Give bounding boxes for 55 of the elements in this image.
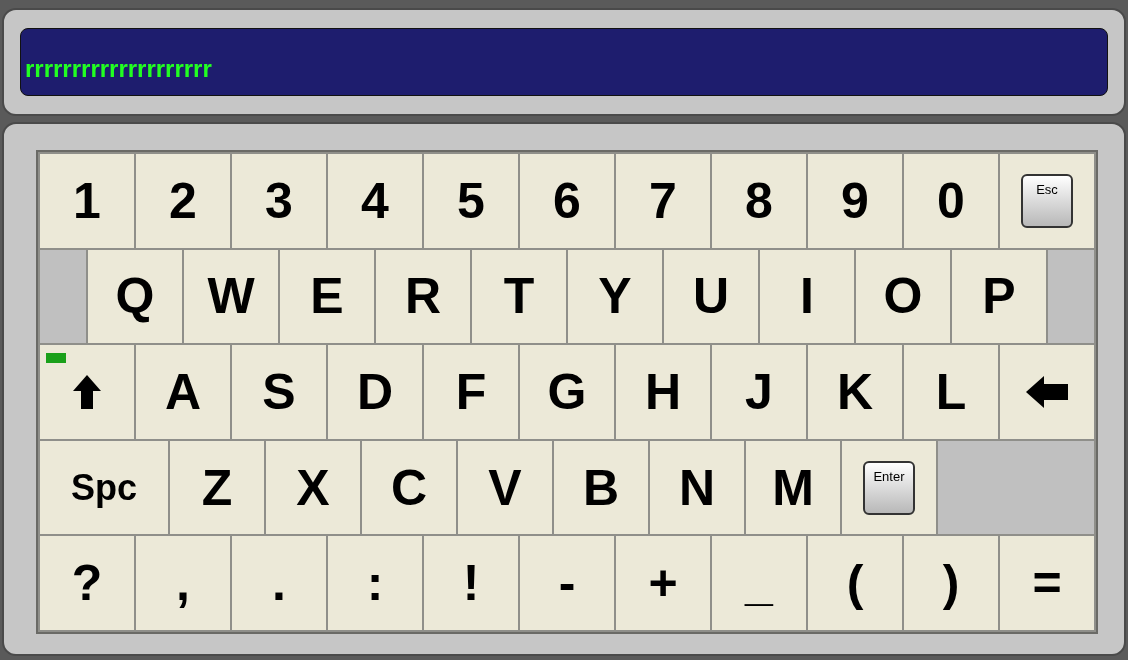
key[interactable]: 2 xyxy=(136,154,230,248)
space-key[interactable]: Spc xyxy=(40,440,168,535)
key[interactable]: T xyxy=(472,249,566,344)
key[interactable]: G xyxy=(520,345,614,439)
key[interactable]: X xyxy=(266,440,360,535)
up-arrow-icon xyxy=(72,374,102,410)
key[interactable]: U xyxy=(664,249,758,344)
key[interactable]: - xyxy=(520,536,614,630)
key[interactable]: I xyxy=(760,249,854,344)
key[interactable]: B xyxy=(554,440,648,535)
key[interactable]: V xyxy=(458,440,552,535)
key[interactable]: D xyxy=(328,345,422,439)
key[interactable]: . xyxy=(232,536,326,630)
key[interactable]: Q xyxy=(88,249,182,344)
key[interactable]: = xyxy=(1000,536,1094,630)
key[interactable]: + xyxy=(616,536,710,630)
key[interactable]: Y xyxy=(568,249,662,344)
key[interactable]: E xyxy=(280,249,374,344)
enter-key[interactable]: Enter xyxy=(863,460,915,515)
key[interactable]: 1 xyxy=(40,154,134,248)
escape-key[interactable]: Esc xyxy=(1021,173,1073,228)
key[interactable]: _ xyxy=(712,536,806,630)
key[interactable]: : xyxy=(328,536,422,630)
left-arrow-icon xyxy=(1025,375,1069,409)
key[interactable]: 6 xyxy=(520,154,614,248)
key[interactable]: 8 xyxy=(712,154,806,248)
key[interactable]: ( xyxy=(808,536,902,630)
key[interactable]: S xyxy=(232,345,326,439)
key[interactable]: , xyxy=(136,536,230,630)
key[interactable]: 0 xyxy=(904,154,998,248)
key[interactable]: L xyxy=(904,345,998,439)
key[interactable]: 5 xyxy=(424,154,518,248)
input-field[interactable]: rrrrrrrrrrrrrrrrrrrr xyxy=(20,28,1108,96)
key[interactable]: N xyxy=(650,440,744,535)
backspace-key[interactable] xyxy=(1000,345,1094,439)
key[interactable]: ) xyxy=(904,536,998,630)
key[interactable]: 7 xyxy=(616,154,710,248)
key[interactable]: C xyxy=(362,440,456,535)
key[interactable]: W xyxy=(184,249,278,344)
key[interactable]: O xyxy=(856,249,950,344)
key[interactable]: J xyxy=(712,345,806,439)
key[interactable]: Z xyxy=(170,440,264,535)
key[interactable]: F xyxy=(424,345,518,439)
key[interactable]: A xyxy=(136,345,230,439)
key[interactable]: 3 xyxy=(232,154,326,248)
key[interactable]: 9 xyxy=(808,154,902,248)
key[interactable]: H xyxy=(616,345,710,439)
key[interactable]: R xyxy=(376,249,470,344)
key[interactable]: 4 xyxy=(328,154,422,248)
key[interactable]: ! xyxy=(424,536,518,630)
key[interactable]: P xyxy=(952,249,1046,344)
key[interactable]: M xyxy=(746,440,840,535)
shift-key[interactable] xyxy=(40,345,134,439)
key[interactable]: ? xyxy=(40,536,134,630)
key[interactable]: K xyxy=(808,345,902,439)
